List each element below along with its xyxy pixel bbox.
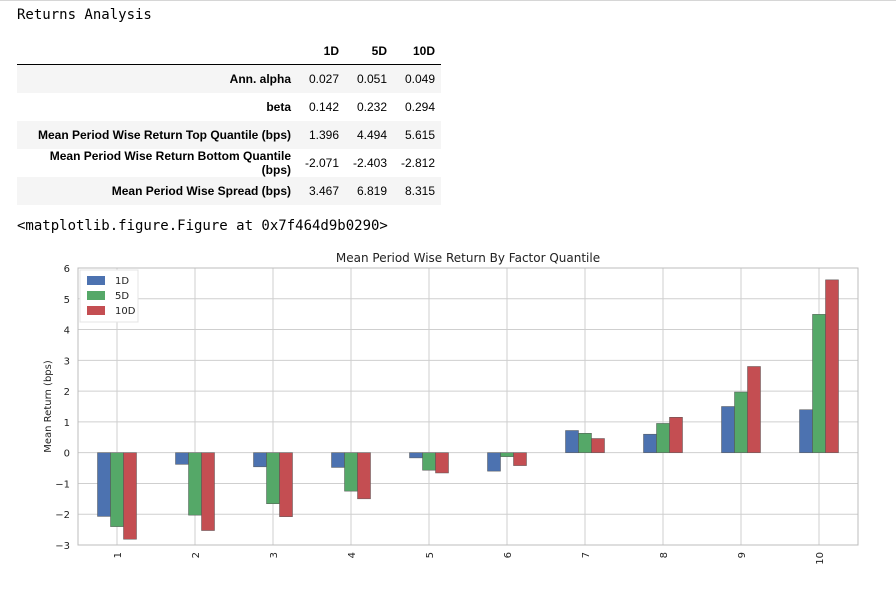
bar (175, 452, 189, 465)
column-header: 5D (345, 38, 393, 65)
table-cell: 4.494 (356, 128, 387, 142)
table-row: Ann. alpha 0.027 0.051 0.049 (17, 64, 441, 93)
table-cell: -2.071 (304, 156, 339, 170)
table-cell: 1.396 (308, 128, 339, 142)
legend: 1D 5D 10D (79, 269, 139, 323)
row-label: beta (266, 100, 291, 114)
bar (734, 391, 748, 453)
bar (279, 452, 293, 517)
table-cell: 3.467 (308, 184, 339, 198)
table-cell: 0.049 (404, 72, 435, 86)
figure-repr-output: <matplotlib.figure.Figure at 0x7f464d9b0… (17, 218, 388, 234)
bar (435, 452, 449, 474)
bar (97, 452, 111, 517)
y-tick-label: 2 (64, 387, 70, 398)
y-tick-label: −1 (55, 479, 70, 490)
table-row: Mean Period Wise Return Top Quantile (bp… (17, 121, 441, 149)
table-header-row: 1D 5D 10D (17, 38, 441, 65)
x-tick-label: 1 (113, 552, 124, 558)
bar (201, 452, 215, 531)
bar (799, 409, 813, 453)
bar (812, 314, 826, 453)
table-row: Mean Period Wise Return Bottom Quantile … (17, 149, 441, 177)
x-tick-label: 5 (425, 552, 436, 558)
bar (409, 452, 423, 459)
legend-swatch (87, 291, 105, 300)
y-tick-label: 0 (64, 449, 70, 460)
column-header: 1D (297, 38, 345, 65)
bar (500, 452, 514, 457)
column-header: 10D (393, 38, 441, 65)
table-cell: -2.403 (352, 156, 387, 170)
x-tick-label: 2 (191, 552, 202, 558)
y-tick-label: 5 (64, 295, 70, 306)
column-header-index (17, 38, 297, 65)
table-cell: 0.294 (404, 100, 435, 114)
bar (669, 417, 683, 453)
bar (266, 452, 280, 505)
bar (565, 430, 579, 453)
bar (591, 438, 605, 453)
table-cell: -2.812 (400, 156, 435, 170)
table-cell: 0.232 (356, 100, 387, 114)
legend-label: 10D (115, 306, 136, 317)
y-tick-label: 4 (64, 326, 70, 337)
legend-swatch (87, 276, 105, 285)
row-label: Mean Period Wise Return Top Quantile (bp… (37, 128, 291, 142)
table-cell: 6.819 (356, 184, 387, 198)
bar (487, 452, 501, 472)
y-tick-label: 1 (64, 418, 70, 429)
bar (110, 452, 124, 527)
bar (513, 452, 527, 466)
bar (578, 433, 592, 453)
y-tick-label: 3 (64, 356, 70, 367)
bar (123, 452, 137, 540)
row-label: Mean Period Wise Return Bottom Quantile … (49, 149, 291, 177)
bar (253, 452, 267, 468)
x-tick-label: 10 (815, 552, 826, 565)
table-row: beta 0.142 0.232 0.294 (17, 93, 441, 121)
row-label: Ann. alpha (229, 72, 291, 86)
x-tick-label: 3 (269, 552, 280, 558)
bar (747, 366, 761, 453)
x-tick-label: 8 (659, 552, 670, 558)
section-heading: Returns Analysis (17, 7, 152, 23)
bar-chart: −3 −2 −1 0 1 2 3 4 5 6 1 2 3 4 5 6 7 8 9 10 Mean Period Wise… (43, 251, 859, 565)
y-tick-label: −3 (55, 541, 70, 552)
bar (357, 452, 371, 500)
bar (643, 433, 657, 453)
bar (422, 452, 436, 471)
top-divider (0, 0, 896, 1)
row-label: Mean Period Wise Spread (bps) (111, 184, 291, 198)
table-cell: 0.051 (356, 72, 387, 86)
returns-table: 1D 5D 10D Ann. alpha 0.027 0.051 0.049 b… (17, 38, 441, 205)
x-tick-label: 9 (737, 552, 748, 558)
legend-label: 1D (115, 276, 129, 287)
table-cell: 0.027 (308, 72, 339, 86)
legend-label: 5D (115, 291, 129, 302)
table-cell: 0.142 (308, 100, 339, 114)
x-tick-label: 7 (581, 552, 592, 558)
bar (188, 452, 202, 516)
bar (721, 406, 735, 453)
bar (656, 423, 670, 453)
x-tick-label: 4 (347, 552, 358, 558)
y-tick-label: 6 (64, 264, 70, 275)
table-cell: 5.615 (404, 128, 435, 142)
x-tick-label: 6 (503, 552, 514, 558)
y-axis-label: Mean Return (bps) (43, 360, 54, 453)
bar (331, 452, 345, 468)
table-row: Mean Period Wise Spread (bps) 3.467 6.81… (17, 177, 441, 205)
chart-title: Mean Period Wise Return By Factor Quanti… (336, 251, 600, 265)
y-tick-label: −2 (55, 510, 70, 521)
table-cell: 8.315 (404, 184, 435, 198)
bar (344, 452, 358, 492)
legend-swatch (87, 306, 105, 315)
bar (825, 279, 839, 453)
